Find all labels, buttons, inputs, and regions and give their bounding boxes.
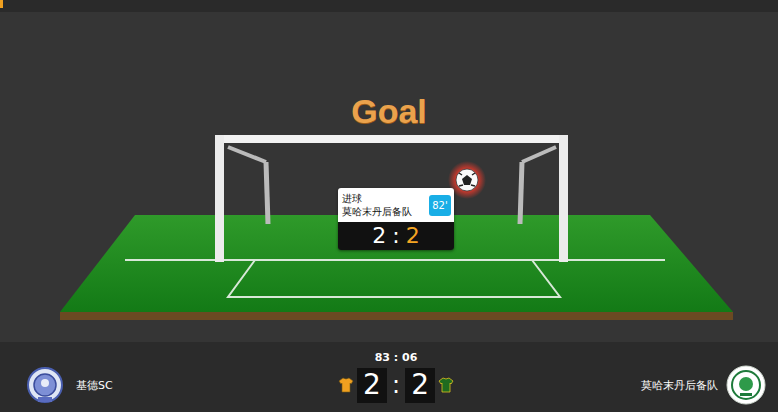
minute-badge: 82' — [429, 195, 451, 216]
crossbar — [215, 135, 568, 143]
score-center: 83 : 06 2 : 2 — [338, 351, 454, 403]
grass — [60, 215, 733, 312]
soil — [60, 312, 733, 320]
away-team-name: 莫哈末丹后备队 — [641, 378, 718, 393]
away-logo-icon — [726, 365, 766, 405]
event-score: 2 : 2 — [338, 222, 454, 250]
right-post — [559, 135, 568, 262]
back-post-left — [266, 162, 268, 224]
away-score: 2 — [405, 368, 435, 403]
goal-line — [125, 259, 665, 261]
score-separator: : — [390, 371, 402, 399]
away-jersey-icon — [438, 377, 454, 393]
match-clock: 83 : 06 — [375, 351, 418, 364]
event-score-separator: : — [392, 223, 399, 248]
goal-popup: 进球 莫哈末丹后备队 82' 2 : 2 — [338, 188, 454, 250]
penalty-box — [228, 260, 560, 297]
event-team: 莫哈末丹后备队 — [342, 205, 412, 218]
back-post-right — [520, 162, 522, 224]
left-post — [215, 135, 224, 262]
home-logo-icon — [26, 366, 64, 404]
away-team: 莫哈末丹后备队 — [454, 349, 766, 405]
event-label: 进球 — [342, 192, 412, 205]
pitch — [0, 12, 778, 342]
top-mark — [0, 0, 3, 8]
home-score: 2 — [357, 368, 387, 403]
scoreboard: 基德SC 83 : 06 2 : 2 莫哈末丹后备队 — [0, 342, 778, 412]
pitch-scene: Goal 进球 莫哈末丹后备队 82' 2 : 2 — [0, 12, 778, 342]
goal-screen: Goal 进球 莫哈末丹后备队 82' 2 : 2 基德SC 83 : 06 2… — [0, 0, 778, 412]
home-team: 基德SC — [26, 350, 338, 404]
goal-title: Goal — [0, 92, 778, 131]
top-bar — [0, 0, 778, 12]
event-away-score: 2 — [406, 223, 420, 248]
home-team-name: 基德SC — [76, 378, 113, 393]
home-jersey-icon — [338, 377, 354, 393]
event-home-score: 2 — [372, 223, 386, 248]
